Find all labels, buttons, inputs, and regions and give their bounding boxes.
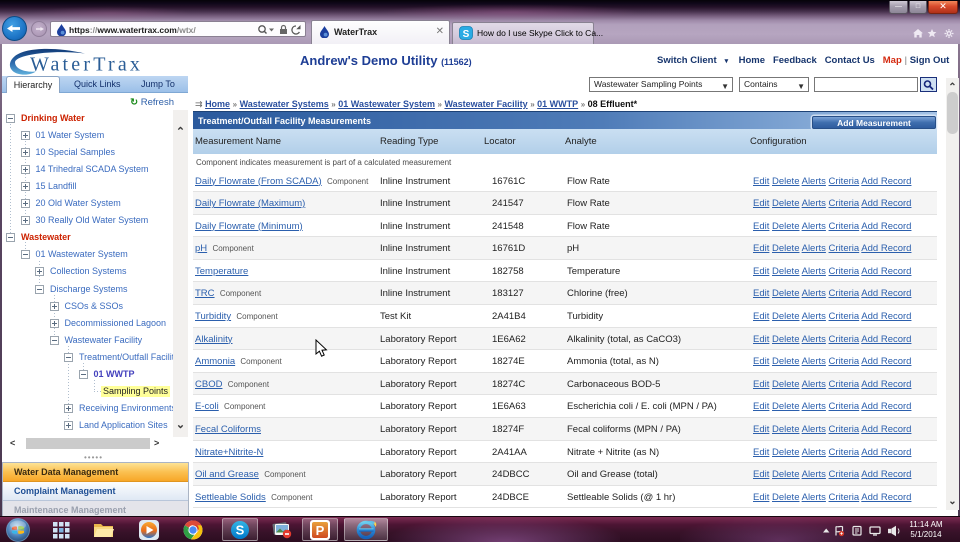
svg-text:P: P <box>316 523 325 538</box>
svg-text:S: S <box>236 523 245 538</box>
svg-text:S: S <box>463 29 470 40</box>
svg-text:WaterTrax: WaterTrax <box>30 54 143 76</box>
